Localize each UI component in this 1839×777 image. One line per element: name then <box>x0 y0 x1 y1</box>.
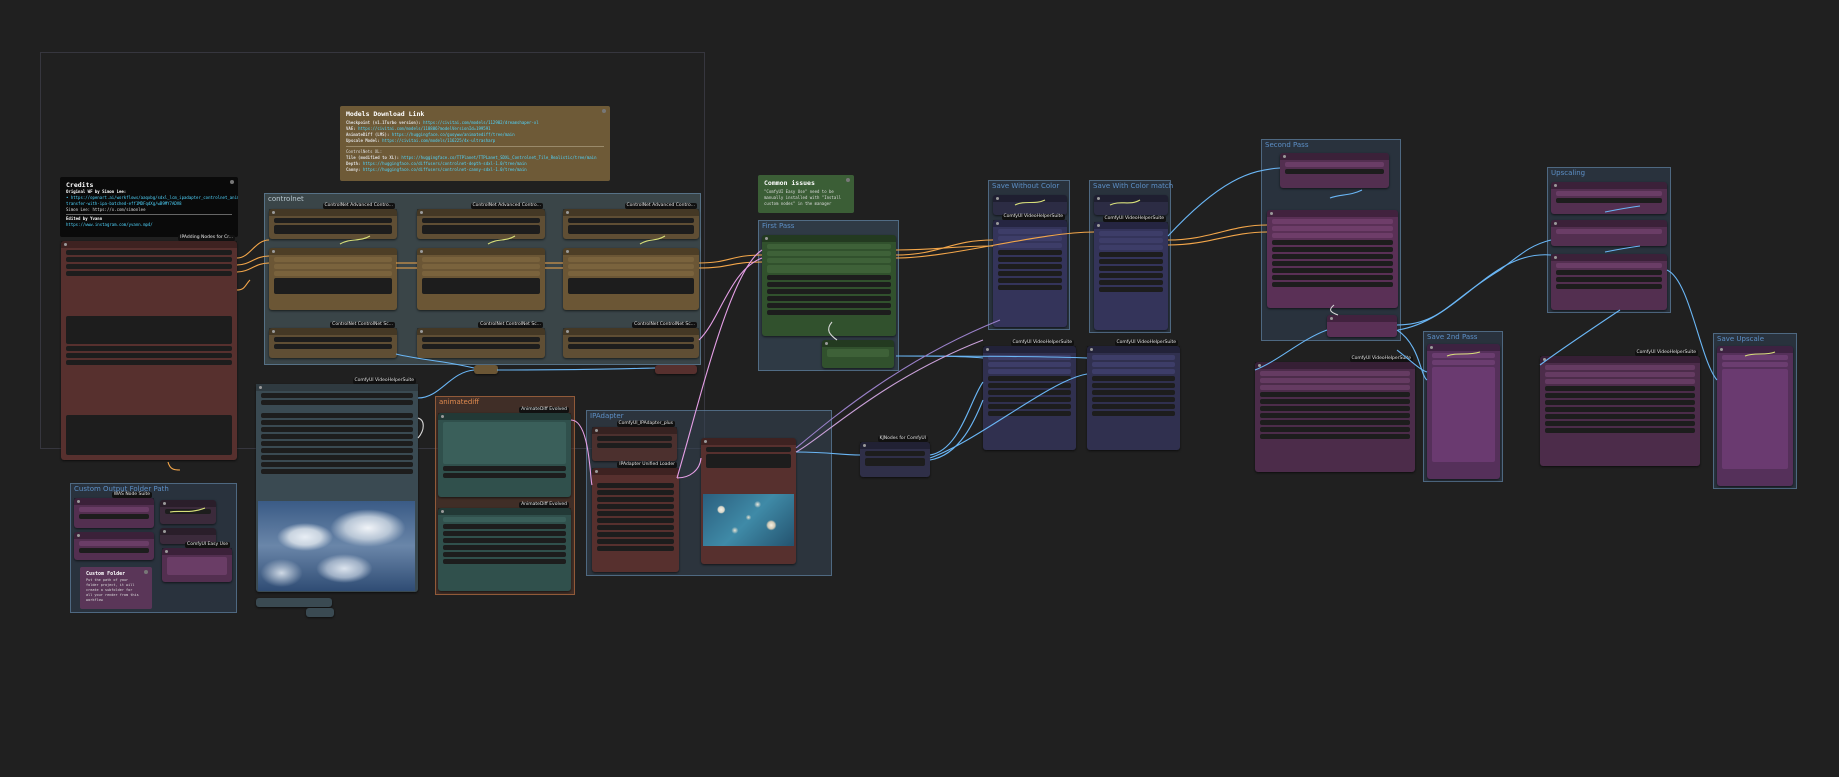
node-title: ComfyUI VideoHelperSuite <box>1634 350 1698 356</box>
second-pass-node-top[interactable] <box>1280 153 1389 188</box>
node-title: ComfyUI VideoHelperSuite <box>1010 340 1074 346</box>
credits-note[interactable]: Credits Original WF by Simon Lee: • http… <box>60 177 238 237</box>
text-node-2[interactable] <box>74 532 154 560</box>
upscale-image-node[interactable] <box>993 195 1067 215</box>
workflow-canvas[interactable]: controlnet First Pass Save Without Color… <box>0 0 1839 777</box>
reroute-node[interactable] <box>655 365 697 374</box>
upscale-model-loader[interactable] <box>1551 182 1667 214</box>
node-title: ComfyUI_IPAdapter_plus <box>616 421 675 427</box>
save-video-with-color[interactable]: ComfyUI VideoHelperSuite <box>1094 216 1168 330</box>
controlnet-loader-3[interactable]: ControlNet ControlNet Sc... <box>563 322 699 358</box>
node-title: ControlNet Advanced Contro... <box>470 203 543 209</box>
blossom-image <box>703 494 794 546</box>
small-node[interactable] <box>256 598 332 607</box>
controlnet-preprocess-1[interactable] <box>269 248 397 310</box>
close-icon[interactable] <box>846 178 850 182</box>
clouds-image <box>258 501 415 591</box>
note-title: Models Download Link <box>346 110 425 118</box>
reroute-node[interactable] <box>474 365 498 374</box>
node-title: ControlNet Advanced Contro... <box>624 203 697 209</box>
node-title: AnimateDiff Evolved <box>519 407 569 413</box>
group-title: controlnet <box>268 195 304 203</box>
upscale-with-model[interactable] <box>1551 220 1667 246</box>
easy-use-node[interactable]: ComfyUI Easy Use <box>162 542 232 582</box>
note-link[interactable]: https://civitai.com/models/112902/dreams… <box>423 120 539 125</box>
models-download-note[interactable]: Models Download Link Checkpoint (v1.1Tur… <box>340 106 610 181</box>
ipadapter-unified-loader[interactable]: ComfyUI_IPAdapter_plus <box>592 421 677 461</box>
custom-folder-note[interactable]: Custom Folder Put the path of your folde… <box>80 567 152 609</box>
controlnet-apply-1[interactable]: ControlNet Advanced Contro... <box>269 203 397 239</box>
note-link[interactable]: https://huggingface.co/TTPlanet/TTPLanet… <box>401 155 596 160</box>
note-title: Credits <box>66 181 94 189</box>
group-title: IPAdapter <box>590 412 624 420</box>
group-title: Save Upscale <box>1717 335 1765 343</box>
kjnodes-node[interactable]: KJNodes for ComfyUI <box>860 436 930 477</box>
ksampler-second-pass[interactable] <box>1267 210 1398 308</box>
controlnet-apply-2[interactable]: ControlNet Advanced Contro... <box>417 203 545 239</box>
note-link[interactable]: https://huggingface.co/guoyww/animatedif… <box>392 132 515 137</box>
node-title: ComfyUI VideoHelperSuite <box>1001 214 1065 220</box>
close-icon[interactable] <box>144 570 148 574</box>
group-title: First Pass <box>762 222 795 230</box>
common-issues-note[interactable]: Common issues "ComfyUI Easy Use" need to… <box>758 175 854 213</box>
node-title: ComfyUI VideoHelperSuite <box>1102 216 1166 222</box>
group-title: Save With Color match <box>1093 182 1174 190</box>
node-title: KJNodes for ComfyUI <box>877 436 928 442</box>
group-title: Upscaling <box>1551 169 1586 177</box>
color-match-node[interactable] <box>1094 195 1168 215</box>
controlnet-loader-2[interactable]: ControlNet ControlNet Sc... <box>417 322 545 358</box>
node-title: AnimateDiff Evolved <box>519 502 569 508</box>
note-link[interactable]: https://huggingface.co/diffusers/control… <box>363 161 527 166</box>
note-link[interactable]: https://civitai.com/models/116225/4x-ult… <box>382 138 495 143</box>
node-title: WAS Node Suite <box>111 492 152 498</box>
text-node-1[interactable]: WAS Node Suite <box>74 492 154 528</box>
controlnet-loader-1[interactable]: ControlNet ControlNet Sc... <box>269 322 397 358</box>
note-line: Canny: https://huggingface.co/diffusers/… <box>346 167 527 172</box>
note-link[interactable]: https://civitai.com/models/118806?modelV… <box>358 126 490 131</box>
ksampler-first-pass[interactable] <box>762 235 896 336</box>
node-title: ComfyUI VideoHelperSuite <box>1349 356 1413 362</box>
vae-decode-first-pass[interactable] <box>822 340 894 368</box>
video-combine-upscale[interactable]: ComfyUI VideoHelperSuite <box>1540 350 1700 466</box>
save-upscale-node[interactable] <box>1717 346 1793 486</box>
close-icon[interactable] <box>602 109 606 113</box>
animatediff-loader-node[interactable]: AnimateDiff Evolved <box>438 407 571 497</box>
string-node-1[interactable] <box>160 500 216 524</box>
controlnet-apply-3[interactable]: ControlNet Advanced Contro... <box>563 203 699 239</box>
ipadapter-apply-node[interactable]: IPAdapter Unified Loader <box>592 462 679 572</box>
load-video-node[interactable]: IPAdding Nodes for Cr... <box>61 235 237 460</box>
close-icon[interactable] <box>230 180 234 184</box>
group-title: Save 2nd Pass <box>1427 333 1478 341</box>
animatediff-settings-node[interactable]: AnimateDiff Evolved <box>438 502 571 591</box>
vae-decode-second-pass[interactable] <box>1327 315 1397 337</box>
load-image-node[interactable] <box>701 438 796 564</box>
controlnet-preprocess-2[interactable] <box>417 248 545 310</box>
node-title: ControlNet ControlNet Sc... <box>330 322 395 328</box>
node-title: IPAdding Nodes for Cr... <box>178 235 235 241</box>
node-title: ControlNet ControlNet Sc... <box>478 322 543 328</box>
controlnet-preprocess-3[interactable] <box>563 248 699 310</box>
node-title: ControlNet Advanced Contro... <box>322 203 395 209</box>
save-video-without-color[interactable]: ComfyUI VideoHelperSuite <box>993 214 1067 327</box>
group-title: animatediff <box>439 398 480 406</box>
node-title: ControlNet ControlNet Sc... <box>632 322 697 328</box>
note-title: Custom Folder <box>86 571 126 577</box>
group-title: Second Pass <box>1265 141 1309 149</box>
note-line: Upscale Model: https://civitai.com/model… <box>346 138 496 143</box>
save-2nd-pass-node[interactable] <box>1427 344 1500 479</box>
note-link[interactable]: https://huggingface.co/diffusers/control… <box>363 167 527 172</box>
small-node[interactable] <box>306 608 334 617</box>
node-title: ComfyUI VideoHelperSuite <box>1114 340 1178 346</box>
node-title: ComfyUI Easy Use <box>185 542 230 548</box>
node-title: IPAdapter Unified Loader <box>617 462 677 468</box>
group-title: Save Without Color <box>992 182 1060 190</box>
video-combine-1[interactable]: ComfyUI VideoHelperSuite <box>983 340 1076 450</box>
video-combine-2[interactable]: ComfyUI VideoHelperSuite <box>1087 340 1180 450</box>
node-title: ComfyUI VideoHelperSuite <box>352 378 416 384</box>
video-load-node[interactable]: ComfyUI VideoHelperSuite <box>256 378 418 592</box>
image-scale-node[interactable] <box>1551 254 1667 310</box>
note-title: Common issues <box>764 179 815 187</box>
video-combine-2nd[interactable]: ComfyUI VideoHelperSuite <box>1255 356 1415 472</box>
